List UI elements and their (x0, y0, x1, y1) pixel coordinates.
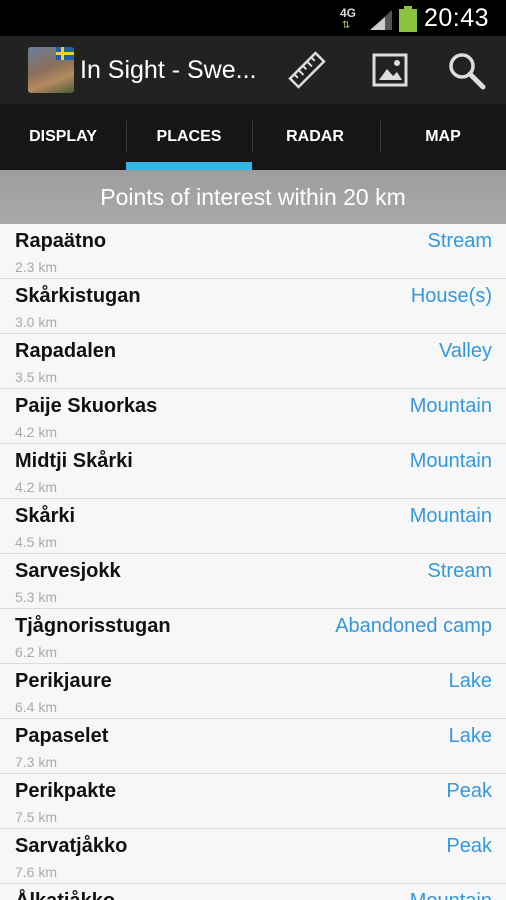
place-distance: 6.2 km (15, 644, 58, 660)
place-type: Mountain (409, 395, 492, 417)
tab-map[interactable]: MAP (380, 104, 506, 170)
list-item[interactable]: Tjågnorisstugan 6.2 km Abandoned camp (0, 609, 506, 664)
list-item[interactable]: Rapadalen 3.5 km Valley (0, 334, 506, 389)
image-icon[interactable] (370, 50, 410, 90)
place-name: Rapaätno (15, 230, 107, 252)
list-item[interactable]: Ålkatjåkko Mountain (0, 884, 506, 900)
place-name: Sarvatjåkko (15, 835, 128, 857)
place-name: Skårkistugan (15, 285, 141, 307)
place-distance: 2.3 km (15, 259, 58, 275)
place-distance: 4.5 km (15, 534, 58, 550)
list-item[interactable]: Sarvatjåkko 7.6 km Peak (0, 829, 506, 884)
place-name: Papaselet (15, 725, 109, 747)
place-distance: 7.3 km (15, 754, 58, 770)
place-distance: 7.6 km (15, 864, 58, 880)
network-4g-icon: 4G ⇅ (340, 6, 357, 31)
battery-icon (399, 6, 417, 32)
status-time: 20:43 (424, 4, 490, 32)
tab-radar[interactable]: RADAR (252, 104, 378, 170)
place-name: Ålkatjåkko (15, 890, 115, 900)
place-distance: 3.5 km (15, 369, 58, 385)
place-type: Abandoned camp (335, 615, 492, 637)
action-bar: In Sight - Swe... (0, 36, 506, 104)
app-logo-icon[interactable] (28, 47, 74, 93)
list-item[interactable]: Paije Skuorkas 4.2 km Mountain (0, 389, 506, 444)
place-name: Sarvesjokk (15, 560, 121, 582)
selected-tab-indicator (126, 162, 252, 170)
place-distance: 7.5 km (15, 809, 58, 825)
tab-bar: DISPLAY PLACES RADAR MAP (0, 104, 506, 170)
ruler-icon[interactable] (287, 50, 327, 90)
list-item[interactable]: Skårki 4.5 km Mountain (0, 499, 506, 554)
place-type: Mountain (410, 890, 492, 900)
place-distance: 4.2 km (15, 424, 58, 440)
place-type: Mountain (409, 450, 492, 472)
status-bar: 4G ⇅ 20:43 (0, 0, 506, 36)
place-name: Paije Skuorkas (15, 395, 158, 417)
list-item[interactable]: Rapaätno 2.3 km Stream (0, 224, 506, 279)
list-item[interactable]: Papaselet 7.3 km Lake (0, 719, 506, 774)
place-type: House(s) (410, 285, 492, 307)
list-header: Points of interest within 20 km (0, 170, 506, 224)
place-name: Skårki (15, 505, 76, 527)
place-distance: 3.0 km (15, 314, 58, 330)
search-icon[interactable] (446, 50, 486, 90)
place-name: Rapadalen (15, 340, 117, 362)
tab-display[interactable]: DISPLAY (0, 104, 126, 170)
tab-places[interactable]: PLACES (126, 104, 252, 170)
place-type: Valley (439, 340, 492, 362)
place-type: Peak (446, 835, 492, 857)
place-distance: 5.3 km (15, 589, 58, 605)
place-type: Lake (448, 725, 492, 747)
place-name: Perikpakte (15, 780, 117, 802)
places-list[interactable]: Rapaätno 2.3 km Stream Skårkistugan 3.0 km Ho… (0, 224, 506, 900)
place-type: Stream (427, 230, 492, 252)
place-type: Peak (446, 780, 492, 802)
list-item[interactable]: Sarvesjokk 5.3 km Stream (0, 554, 506, 609)
list-item[interactable]: Midtji Skårki 4.2 km Mountain (0, 444, 506, 499)
place-name: Midtji Skårki (15, 450, 133, 472)
place-type: Stream (427, 560, 492, 582)
place-type: Lake (448, 670, 492, 692)
list-item[interactable]: Perikpakte 7.5 km Peak (0, 774, 506, 829)
list-item[interactable]: Perikjaure 6.4 km Lake (0, 664, 506, 719)
swedish-flag-icon (56, 47, 74, 60)
place-distance: 4.2 km (15, 479, 58, 495)
app-title: In Sight - Swe... (80, 56, 257, 84)
place-name: Tjågnorisstugan (15, 615, 171, 637)
list-item[interactable]: Skårkistugan 3.0 km House(s) (0, 279, 506, 334)
place-name: Perikjaure (15, 670, 112, 692)
signal-strength-icon (370, 10, 392, 30)
place-type: Mountain (409, 505, 492, 527)
place-distance: 6.4 km (15, 699, 58, 715)
